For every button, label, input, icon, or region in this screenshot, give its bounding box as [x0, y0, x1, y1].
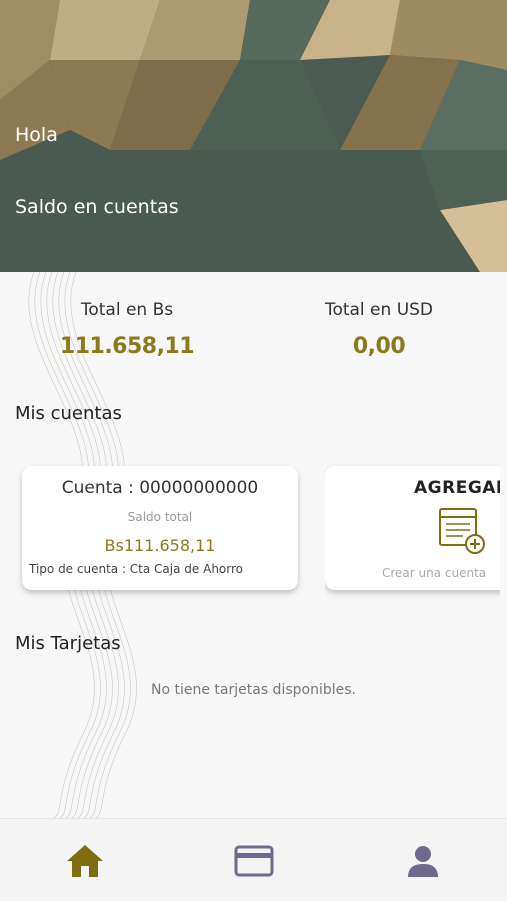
total-usd-value: 0,00: [352, 334, 406, 359]
total-usd-label: Total en USD: [324, 300, 434, 320]
account-balance-label: Saldo total: [127, 510, 193, 524]
add-account-card[interactable]: AGREGAR Crear una cuenta: [325, 466, 500, 590]
add-account-subtitle: Crear una cuenta: [382, 566, 487, 580]
account-type: Tipo de cuenta : Cta Caja de Ahorro: [29, 562, 243, 576]
total-bs: Total en Bs 111.658,11: [27, 300, 227, 359]
nav-cards[interactable]: [234, 841, 274, 881]
nav-profile[interactable]: [403, 841, 443, 881]
person-icon: [408, 846, 438, 877]
total-bs-value: 111.658,11: [59, 334, 195, 359]
cards-section-title: Mis Tarjetas: [15, 633, 121, 654]
balance-title: Saldo en cuentas: [15, 196, 179, 218]
card-icon: [234, 845, 274, 877]
header-banner: Hola Saldo en cuentas: [0, 0, 507, 272]
no-cards-message: No tiene tarjetas disponibles.: [151, 682, 356, 698]
add-account-title: AGREGAR: [414, 478, 500, 498]
home-icon: [67, 845, 103, 877]
total-usd: Total en USD 0,00: [279, 300, 479, 359]
add-account-card-viewport: AGREGAR Crear una cuenta: [325, 452, 500, 602]
header-background-pattern: [0, 0, 507, 272]
main-content: Total en Bs 111.658,11 Total en USD 0,00…: [0, 272, 507, 818]
bottom-navigation: [0, 818, 507, 901]
add-document-icon: [439, 508, 485, 554]
account-card[interactable]: Cuenta : 00000000000 Saldo total Bs111.6…: [22, 466, 298, 590]
account-number: Cuenta : 00000000000: [61, 478, 259, 498]
total-bs-label: Total en Bs: [80, 300, 174, 320]
nav-home[interactable]: [65, 841, 105, 881]
account-balance: Bs111.658,11: [104, 536, 216, 555]
totals-summary: Total en Bs 111.658,11 Total en USD 0,00: [0, 300, 507, 370]
greeting-text: Hola: [15, 124, 58, 146]
accounts-section-title: Mis cuentas: [15, 403, 122, 424]
